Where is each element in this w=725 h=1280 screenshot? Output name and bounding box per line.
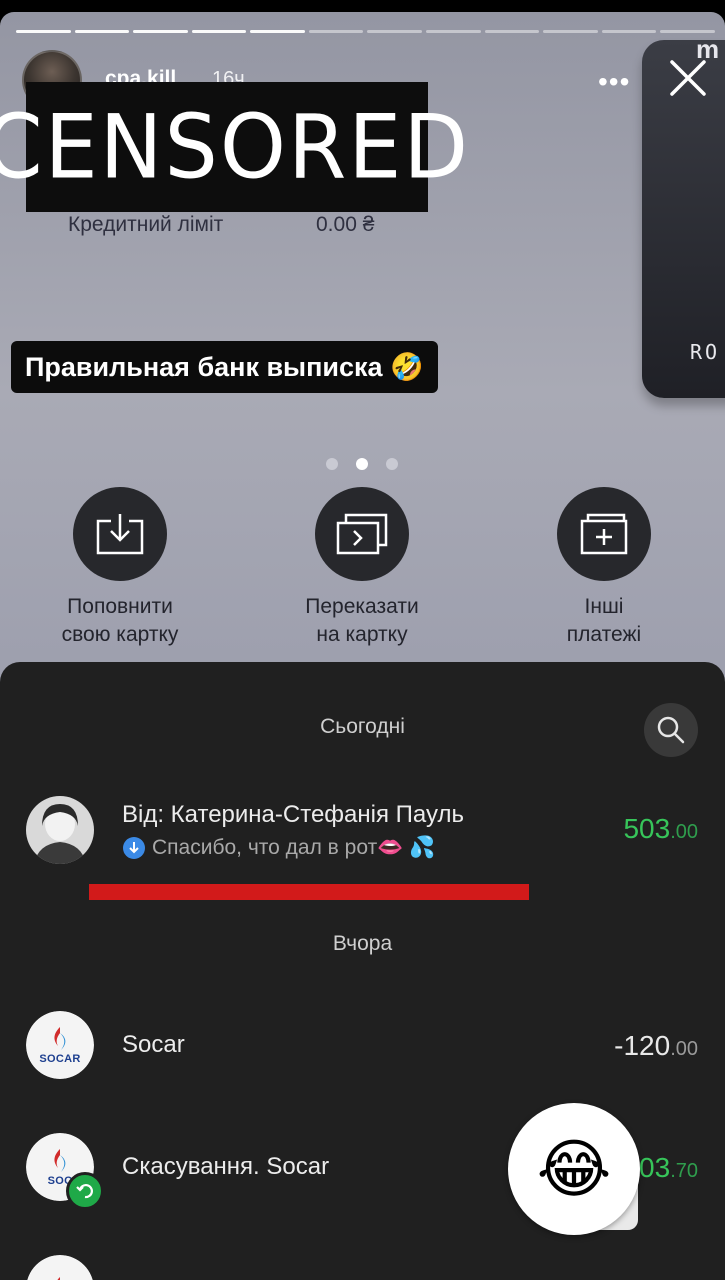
comment-icon bbox=[123, 837, 145, 859]
socar-logo[interactable]: SOCAR bbox=[26, 1011, 94, 1079]
censored-text: CENSORED bbox=[0, 95, 471, 199]
flame-icon bbox=[54, 1026, 66, 1050]
transaction-title[interactable]: Скасування. Socar bbox=[122, 1153, 329, 1181]
close-icon[interactable] bbox=[668, 58, 708, 98]
progress-segment bbox=[367, 30, 423, 33]
refund-icon bbox=[66, 1172, 104, 1210]
progress-segment bbox=[133, 30, 188, 33]
transaction-comment: Спасибо, что дал в рот👄 💦 bbox=[122, 836, 435, 860]
amount-integer: 503 bbox=[623, 813, 671, 844]
credit-limit-value: 0.00 ₴ bbox=[316, 213, 375, 236]
transaction-amount: 503.00 bbox=[623, 813, 698, 845]
action-label: платежі bbox=[566, 623, 642, 646]
amount-integer: 03 bbox=[639, 1152, 671, 1183]
action-label: Поповнити bbox=[67, 595, 173, 618]
progress-segment bbox=[484, 30, 540, 33]
action-label: Інші bbox=[584, 595, 624, 618]
amount-integer: -120 bbox=[614, 1030, 671, 1061]
pager-dot[interactable] bbox=[326, 458, 338, 470]
action-label: на картку bbox=[316, 623, 408, 646]
transaction-amount: 03.70 bbox=[639, 1152, 698, 1184]
progress-segment bbox=[426, 30, 481, 33]
transfer-card-icon[interactable] bbox=[315, 487, 409, 581]
story-progress-bar bbox=[16, 30, 715, 33]
censored-sticker: CENSORED bbox=[0, 82, 468, 212]
logo-text: SOCAR bbox=[39, 1052, 81, 1065]
transaction-title[interactable]: Від: Катерина-Стефанія Пауль bbox=[122, 801, 464, 829]
progress-segment bbox=[74, 30, 130, 33]
reaction-sticker[interactable]: 😂 bbox=[508, 1103, 640, 1235]
section-today: Сьогодні bbox=[320, 715, 405, 738]
flame-icon bbox=[57, 1277, 60, 1280]
section-yesterday: Вчора bbox=[332, 932, 393, 955]
action-label: свою картку bbox=[61, 623, 179, 646]
amount-decimal: .00 bbox=[670, 1038, 698, 1060]
add-payment-icon[interactable] bbox=[557, 487, 651, 581]
progress-segment bbox=[308, 30, 364, 33]
progress-segment bbox=[543, 30, 598, 33]
other-payments-button[interactable]: Інші платежі bbox=[504, 487, 704, 649]
amount-decimal: .70 bbox=[670, 1160, 698, 1182]
progress-segment bbox=[250, 30, 305, 33]
redaction-bar bbox=[89, 884, 529, 900]
card-brand-label: RO bbox=[690, 340, 721, 364]
flame-icon bbox=[54, 1148, 66, 1172]
progress-segment bbox=[191, 30, 247, 33]
progress-segment bbox=[601, 30, 657, 33]
progress-segment bbox=[660, 30, 715, 33]
download-icon[interactable] bbox=[73, 487, 167, 581]
transfer-to-card-button[interactable]: Переказати на картку bbox=[262, 487, 462, 649]
pager-dot-active[interactable] bbox=[356, 458, 368, 470]
story-caption: Правильная банк выписка 🤣 bbox=[11, 341, 438, 393]
more-options-icon[interactable]: ••• bbox=[598, 68, 630, 96]
search-button[interactable] bbox=[644, 703, 698, 757]
laughing-emoji-icon: 😂 bbox=[536, 1133, 612, 1205]
transaction-title[interactable]: Socar bbox=[122, 1031, 185, 1059]
top-up-card-button[interactable]: Поповнити свою картку bbox=[20, 487, 220, 649]
comment-text: Спасибо, что дал в рот👄 💦 bbox=[152, 836, 436, 859]
transaction-amount: -120.00 bbox=[614, 1030, 698, 1062]
action-label: Переказати bbox=[305, 595, 419, 618]
progress-segment bbox=[16, 30, 71, 33]
card-pager bbox=[326, 458, 398, 470]
sender-avatar[interactable] bbox=[26, 796, 94, 864]
pager-dot[interactable] bbox=[386, 458, 398, 470]
amount-decimal: .00 bbox=[670, 821, 698, 843]
search-icon bbox=[657, 716, 685, 744]
credit-limit-label: Кредитний ліміт bbox=[68, 213, 224, 236]
